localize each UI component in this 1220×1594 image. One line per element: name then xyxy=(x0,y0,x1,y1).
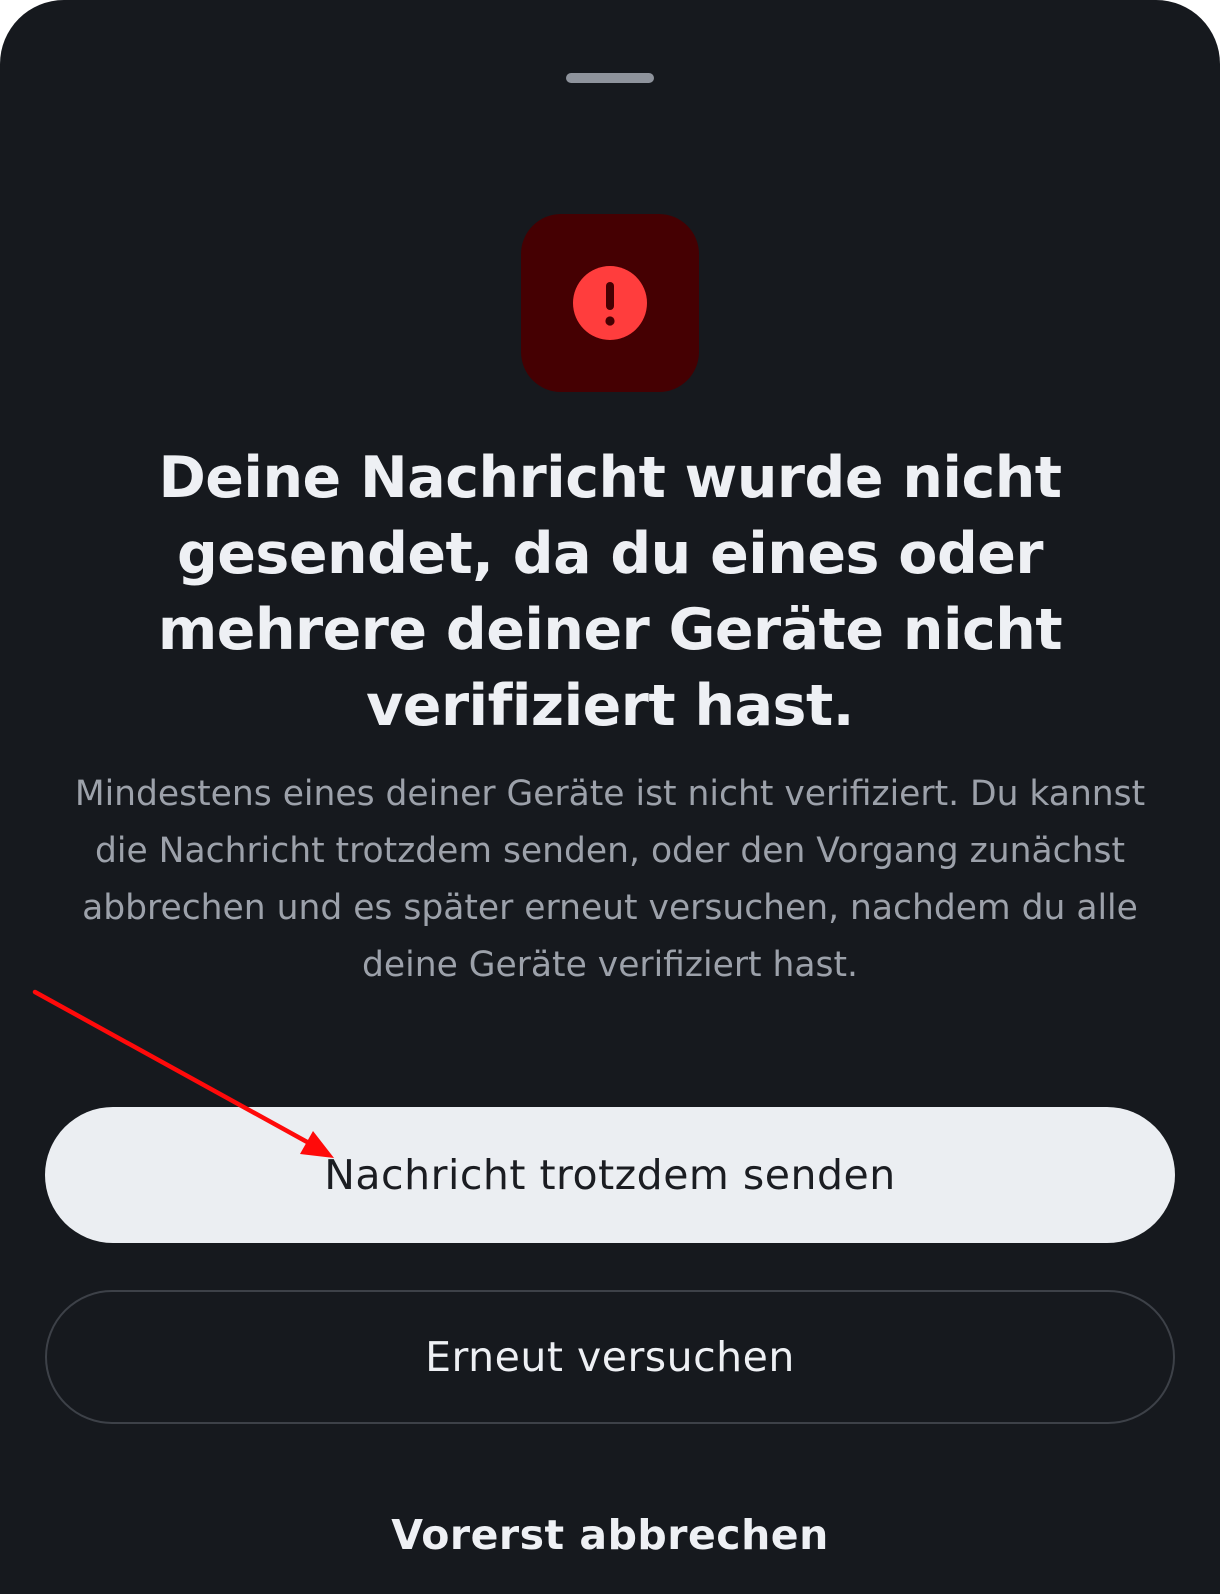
error-icon-tile xyxy=(521,214,699,392)
send-anyway-button[interactable]: Nachricht trotzdem senden xyxy=(45,1107,1175,1243)
retry-label: Erneut versuchen xyxy=(425,1333,795,1381)
dialog-title: Deine Nachricht wurde nicht gesendet, da… xyxy=(157,445,1063,739)
bottom-sheet: Deine Nachricht wurde nicht gesendet, da… xyxy=(0,0,1220,1594)
retry-button[interactable]: Erneut versuchen xyxy=(45,1290,1175,1424)
drag-handle[interactable] xyxy=(566,73,654,83)
dialog-description: Mindestens eines deiner Geräte ist nicht… xyxy=(74,774,1146,985)
cancel-button[interactable]: Vorerst abbrechen xyxy=(45,1470,1175,1594)
send-anyway-label: Nachricht trotzdem senden xyxy=(324,1151,896,1199)
cancel-label: Vorerst abbrechen xyxy=(391,1511,829,1559)
error-exclamation-icon xyxy=(573,266,647,340)
